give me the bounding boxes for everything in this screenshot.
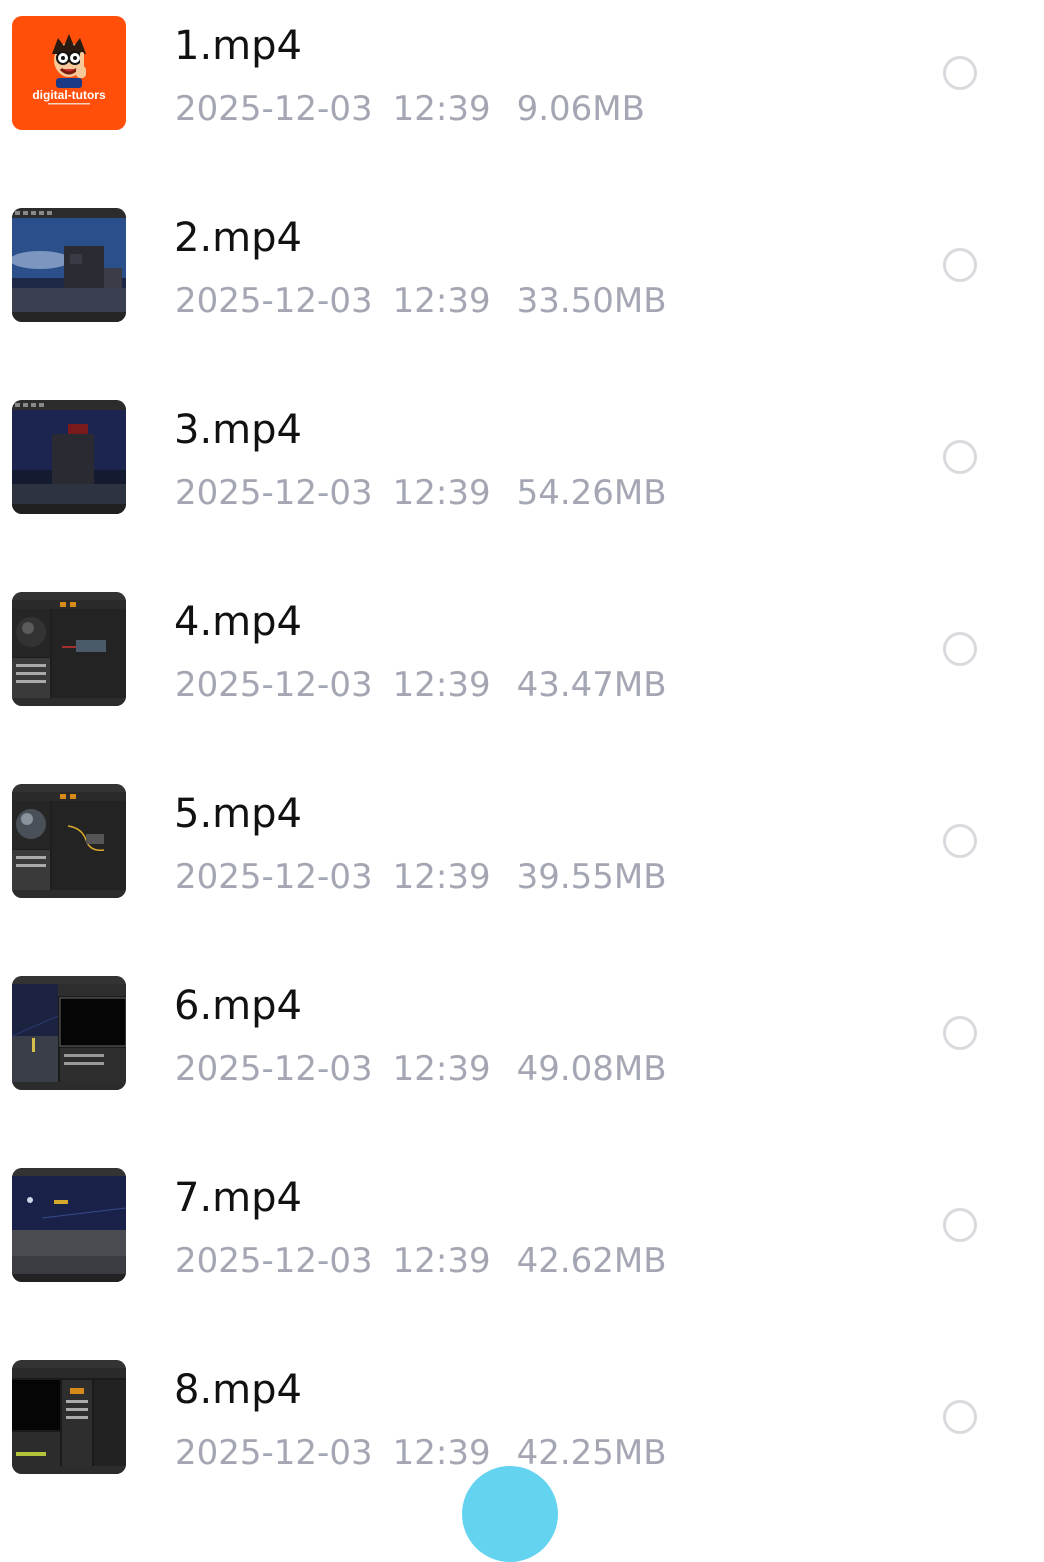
- file-size: 54.26MB: [516, 473, 667, 513]
- thumbnail-editor-material: [12, 592, 126, 706]
- file-time: 12:39: [392, 89, 491, 129]
- list-item[interactable]: digital-tutors 1.mp4 2025-12-03 12:39 9.06…: [0, 0, 1044, 192]
- thumbnail-night-scene: [12, 208, 126, 322]
- file-time: 12:39: [392, 1241, 491, 1281]
- file-date: 2025-12-03: [175, 473, 373, 513]
- file-name: 4.mp4: [174, 599, 302, 645]
- file-meta: 2025-12-03 12:39 9.06MB: [175, 86, 645, 132]
- file-meta: 2025-12-03 12:39 54.26MB: [175, 470, 667, 516]
- file-date: 2025-12-03: [175, 89, 373, 129]
- file-time: 12:39: [392, 1049, 491, 1089]
- radio-unchecked-icon[interactable]: [943, 56, 977, 90]
- file-time: 12:39: [392, 1433, 491, 1473]
- list-item[interactable]: 7.mp4 2025-12-03 12:39 42.62MB: [0, 1152, 1044, 1344]
- file-size: 49.08MB: [516, 1049, 667, 1089]
- file-meta: 2025-12-03 12:39 49.08MB: [175, 1046, 667, 1092]
- file-size: 42.25MB: [516, 1433, 667, 1473]
- video-thumbnail: [12, 592, 126, 706]
- file-size: 43.47MB: [516, 665, 667, 705]
- file-date: 2025-12-03: [175, 1433, 373, 1473]
- file-meta: 2025-12-03 12:39 39.55MB: [175, 854, 667, 900]
- video-thumbnail: [12, 1168, 126, 1282]
- file-date: 2025-12-03: [175, 281, 373, 321]
- video-thumbnail: [12, 784, 126, 898]
- fab-button[interactable]: [462, 1466, 558, 1562]
- radio-unchecked-icon[interactable]: [943, 1400, 977, 1434]
- file-time: 12:39: [392, 857, 491, 897]
- list-item[interactable]: 2.mp4 2025-12-03 12:39 33.50MB: [0, 192, 1044, 384]
- thumbnail-editor-viewport: [12, 976, 126, 1090]
- radio-unchecked-icon[interactable]: [943, 824, 977, 858]
- list-item[interactable]: 5.mp4 2025-12-03 12:39 39.55MB: [0, 768, 1044, 960]
- thumbnail-night-scene: [12, 1168, 126, 1282]
- file-name: 8.mp4: [174, 1367, 302, 1413]
- file-name: 6.mp4: [174, 983, 302, 1029]
- thumbnail-editor-dark: [12, 1360, 126, 1474]
- radio-unchecked-icon[interactable]: [943, 248, 977, 282]
- file-name: 1.mp4: [174, 23, 302, 69]
- radio-unchecked-icon[interactable]: [943, 440, 977, 474]
- video-file-list: digital-tutors 1.mp4 2025-12-03 12:39 9.06…: [0, 0, 1044, 1479]
- list-item[interactable]: 3.mp4 2025-12-03 12:39 54.26MB: [0, 384, 1044, 576]
- thumbnail-orange-logo: digital-tutors: [12, 16, 126, 130]
- radio-unchecked-icon[interactable]: [943, 1016, 977, 1050]
- file-size: 33.50MB: [516, 281, 667, 321]
- file-time: 12:39: [392, 665, 491, 705]
- file-meta: 2025-12-03 12:39 42.62MB: [175, 1238, 667, 1284]
- thumbnail-night-scene: [12, 400, 126, 514]
- radio-unchecked-icon[interactable]: [943, 632, 977, 666]
- thumbnail-editor-material: [12, 784, 126, 898]
- file-name: 7.mp4: [174, 1175, 302, 1221]
- file-time: 12:39: [392, 473, 491, 513]
- video-thumbnail: [12, 400, 126, 514]
- video-thumbnail: digital-tutors: [12, 16, 126, 130]
- video-thumbnail: [12, 976, 126, 1090]
- file-date: 2025-12-03: [175, 1241, 373, 1281]
- file-meta: 2025-12-03 12:39 42.25MB: [175, 1430, 667, 1476]
- file-date: 2025-12-03: [175, 665, 373, 705]
- file-name: 5.mp4: [174, 791, 302, 837]
- file-date: 2025-12-03: [175, 857, 373, 897]
- video-thumbnail: [12, 1360, 126, 1474]
- video-thumbnail: [12, 208, 126, 322]
- file-time: 12:39: [392, 281, 491, 321]
- list-item[interactable]: 6.mp4 2025-12-03 12:39 49.08MB: [0, 960, 1044, 1152]
- file-meta: 2025-12-03 12:39 43.47MB: [175, 662, 667, 708]
- list-item[interactable]: 4.mp4 2025-12-03 12:39 43.47MB: [0, 576, 1044, 768]
- file-size: 39.55MB: [516, 857, 667, 897]
- file-date: 2025-12-03: [175, 1049, 373, 1089]
- thumbnail-logo-text: digital-tutors: [32, 88, 106, 102]
- file-name: 3.mp4: [174, 407, 302, 453]
- radio-unchecked-icon[interactable]: [943, 1208, 977, 1242]
- file-size: 9.06MB: [516, 89, 645, 129]
- file-meta: 2025-12-03 12:39 33.50MB: [175, 278, 667, 324]
- file-name: 2.mp4: [174, 215, 302, 261]
- file-size: 42.62MB: [516, 1241, 667, 1281]
